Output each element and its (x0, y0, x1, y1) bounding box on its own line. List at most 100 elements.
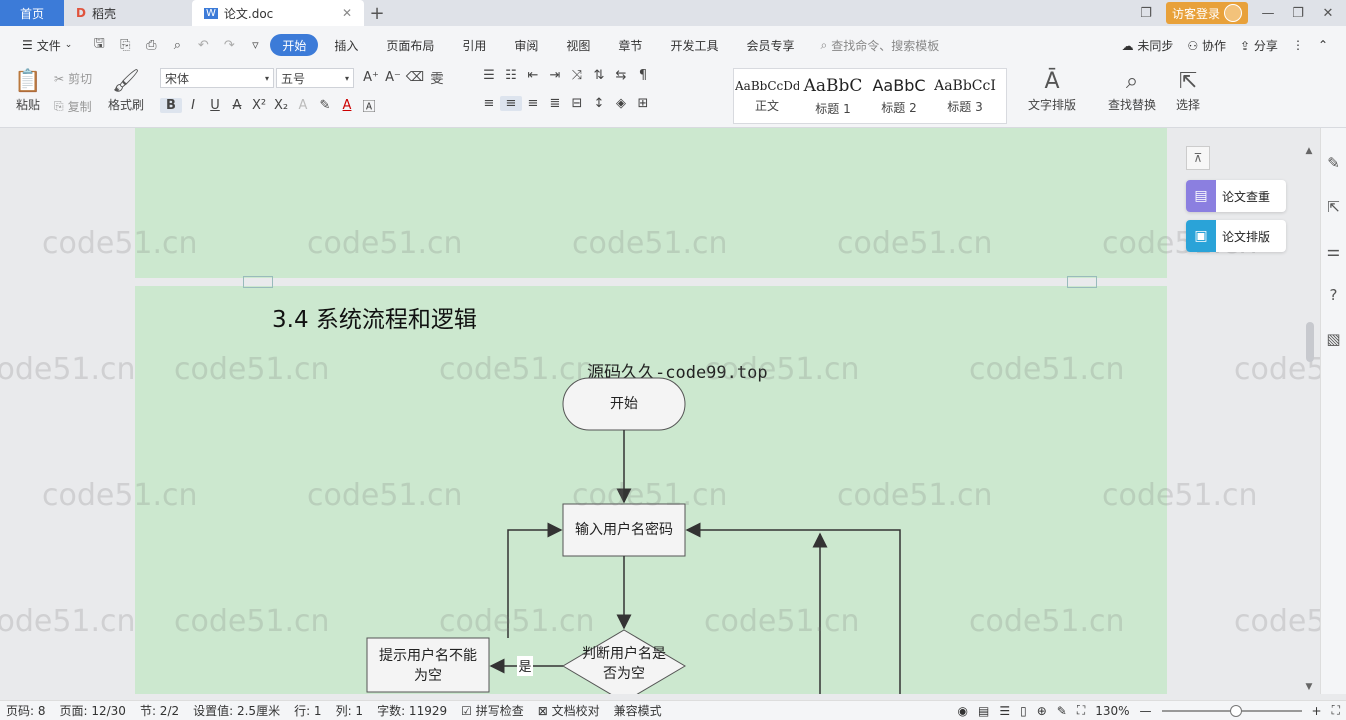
text-layout-button[interactable]: Ā 文字排版 (1020, 68, 1084, 113)
show-marks-icon[interactable]: ¶ (632, 68, 654, 83)
tab-daoke[interactable]: D 稻壳 (64, 0, 192, 26)
collapse-panel-icon[interactable]: ⊼ (1186, 146, 1210, 170)
shading-icon[interactable]: ◈ (610, 96, 632, 111)
chinese-layout-icon[interactable]: ⤨ (566, 68, 588, 83)
new-tab-button[interactable]: + (364, 0, 390, 26)
bold-icon[interactable]: B (160, 98, 182, 113)
shrink-font-icon[interactable]: A⁻ (382, 70, 404, 85)
align-right-icon[interactable]: ≡ (522, 96, 544, 111)
collapse-ribbon-icon[interactable]: ⌃ (1318, 38, 1328, 52)
text-effect-icon[interactable]: A (292, 98, 314, 113)
subscript-icon[interactable]: X₂ (270, 98, 292, 113)
zoom-slider[interactable] (1161, 704, 1302, 717)
document-page-previous[interactable] (135, 128, 1167, 288)
superscript-icon[interactable]: X² (248, 98, 270, 113)
format-painter-button[interactable]: 🖌 格式刷 (104, 68, 148, 113)
collab-button[interactable]: ⚇ 协作 (1187, 37, 1226, 54)
decrease-indent-icon[interactable]: ⇤ (522, 68, 544, 83)
scroll-down-icon[interactable]: ▼ (1303, 682, 1315, 692)
select-button[interactable]: ⇱ 选择 (1166, 68, 1210, 113)
highlight-icon[interactable]: ✎ (314, 98, 336, 113)
font-size-select[interactable]: 五号 ▾ (276, 68, 354, 88)
cut-button[interactable]: ✂ 剪切 (54, 70, 92, 87)
menu-tab-page-layout[interactable]: 页面布局 (374, 34, 446, 56)
print-preview-icon[interactable]: ⌕ (166, 38, 188, 53)
menu-tab-references[interactable]: 引用 (450, 34, 498, 56)
page-view-icon[interactable]: ▤ (978, 704, 989, 718)
command-search[interactable]: ⌕ 查找命令、搜索模板 (820, 37, 939, 54)
borders-icon[interactable]: ⊞ (632, 96, 654, 111)
close-icon[interactable]: ✕ (342, 6, 352, 20)
font-color-icon[interactable]: A (336, 98, 358, 113)
eye-protection-icon[interactable]: ◉ (957, 704, 967, 718)
paste-button[interactable]: 📋 粘贴 (6, 68, 50, 113)
spell-check-toggle[interactable]: ☑ 拼写检查 (461, 702, 524, 719)
restore-icon[interactable]: ❐ (1288, 6, 1308, 21)
vertical-scrollbar[interactable]: ▲ ▼ (1303, 146, 1315, 692)
menu-tab-view[interactable]: 视图 (554, 34, 602, 56)
status-page[interactable]: 页面: 12/30 (60, 702, 126, 719)
clear-format-icon[interactable]: ⌫ (404, 70, 426, 85)
phonetic-icon[interactable]: 雯 (426, 68, 448, 87)
underline-icon[interactable]: U (204, 98, 226, 113)
style-heading-2[interactable]: AaBbC 标题 2 (866, 69, 932, 123)
quick-access-dropdown-icon[interactable]: ▿ (244, 38, 266, 53)
menu-tab-dev-tools[interactable]: 开发工具 (658, 34, 730, 56)
status-words[interactable]: 字数: 11929 (377, 702, 447, 719)
window-layout-icon[interactable]: ❐ (1136, 6, 1156, 21)
increase-indent-icon[interactable]: ⇥ (544, 68, 566, 83)
menu-tab-review[interactable]: 审阅 (502, 34, 550, 56)
zoom-in-icon[interactable]: + (1312, 704, 1322, 718)
pointer-icon[interactable]: ⇱ (1323, 198, 1345, 216)
image-icon[interactable]: ▧ (1323, 330, 1345, 348)
char-border-icon[interactable]: 🄰 (358, 96, 380, 115)
reading-view-icon[interactable]: ▯ (1020, 704, 1027, 718)
tab-document[interactable]: W 论文.doc ✕ (192, 0, 364, 26)
outline-view-icon[interactable]: ☰ (999, 704, 1010, 718)
paper-check-button[interactable]: ▤ 论文查重 (1186, 180, 1286, 212)
style-normal[interactable]: AaBbCcDd 正文 (734, 69, 800, 123)
zoom-level[interactable]: 130% (1095, 704, 1129, 718)
zoom-out-icon[interactable]: — (1140, 704, 1152, 718)
web-view-icon[interactable]: ⊕ (1037, 704, 1047, 718)
sort-icon[interactable]: ⇅ (588, 68, 610, 83)
line-spacing-icon[interactable]: ↕ (588, 96, 610, 111)
menu-tab-member[interactable]: 会员专享 (734, 34, 806, 56)
doc-proof-button[interactable]: ⊠ 文档校对 (538, 702, 600, 719)
scroll-up-icon[interactable]: ▲ (1303, 146, 1315, 156)
paper-layout-button[interactable]: ▣ 论文排版 (1186, 220, 1286, 252)
save-icon[interactable]: 🖫 (88, 34, 110, 56)
zoom-slider-knob[interactable] (1229, 704, 1242, 717)
justify-icon[interactable]: ≣ (544, 96, 566, 111)
fit-page-icon[interactable]: ⛶ (1077, 703, 1085, 718)
document-area[interactable]: 3.4 系统流程和逻辑 源码久久-code99.top 开始 输入用户名密码 判… (0, 128, 1320, 694)
write-mode-icon[interactable]: ✎ (1057, 704, 1067, 718)
export-icon[interactable]: ⎘ (114, 38, 136, 53)
settings-sliders-icon[interactable]: ⚌ (1323, 242, 1345, 260)
bullet-list-icon[interactable]: ☰ (478, 68, 500, 83)
strikethrough-icon[interactable]: A (226, 98, 248, 113)
grow-font-icon[interactable]: A⁺ (360, 70, 382, 85)
print-icon[interactable]: ⎙ (140, 38, 162, 53)
undo-icon[interactable]: ↶ (192, 38, 214, 53)
more-icon[interactable]: ⋮ (1292, 38, 1304, 52)
distribute-icon[interactable]: ⊟ (566, 96, 588, 111)
window-close-icon[interactable]: ✕ (1318, 6, 1338, 21)
sync-button[interactable]: ☁ 未同步 (1122, 37, 1174, 54)
align-left-icon[interactable]: ≡ (478, 96, 500, 111)
minimize-icon[interactable]: — (1258, 6, 1278, 21)
scroll-thumb[interactable] (1306, 322, 1314, 362)
numbered-list-icon[interactable]: ☷ (500, 68, 522, 83)
italic-icon[interactable]: I (182, 98, 204, 113)
redo-icon[interactable]: ↷ (218, 38, 240, 53)
help-icon[interactable]: ? (1323, 286, 1345, 304)
file-menu[interactable]: ☰ 文件 ⌄ (10, 34, 84, 56)
align-center-icon[interactable]: ≡ (500, 96, 522, 111)
menu-tab-home[interactable]: 开始 (270, 34, 319, 56)
tab-home[interactable]: 首页 (0, 0, 64, 26)
find-replace-button[interactable]: ⌕ 查找替换 (1100, 68, 1164, 113)
pen-icon[interactable]: ✎ (1323, 154, 1345, 172)
font-name-select[interactable]: 宋体 ▾ (160, 68, 274, 88)
style-heading-3[interactable]: AaBbCcI 标题 3 (932, 69, 998, 123)
copy-button[interactable]: ⎘ 复制 (54, 98, 92, 115)
